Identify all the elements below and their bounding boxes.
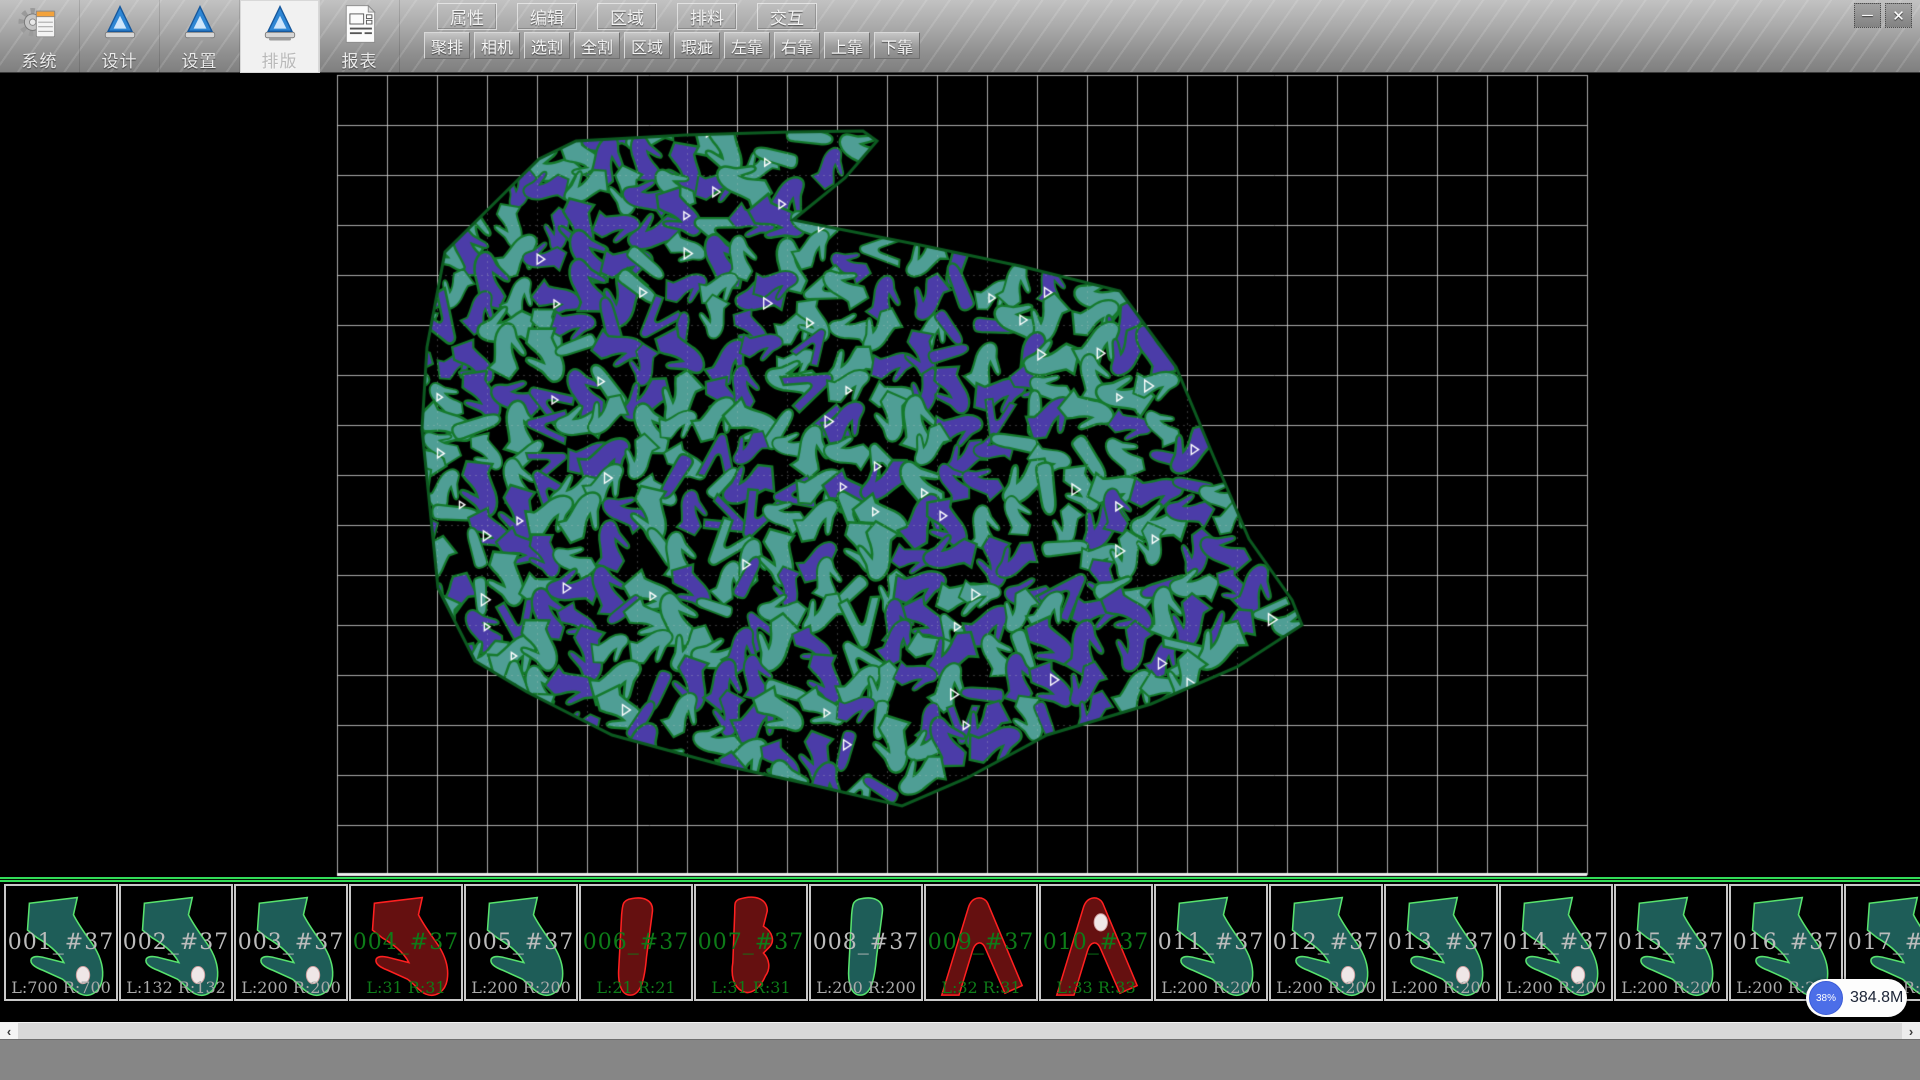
piece-name-label: 014_#37: [1501, 930, 1611, 955]
piece-name-label: 010_#37: [1041, 930, 1151, 955]
piece-thumbnail-001_#37[interactable]: 001_#37 L:700 R:700: [4, 884, 118, 1001]
main-toolbar-button-label: 排版: [262, 47, 298, 72]
tool-button-2[interactable]: 相机: [474, 32, 520, 59]
thumbnail-row: 001_#37 L:700 R:700 002_#37 L:132 R:132 …: [4, 884, 1920, 1001]
piece-lr-count-label: L:33 R:33: [1041, 978, 1151, 997]
ruler-icon: [258, 2, 302, 46]
tool-button-8[interactable]: 右靠: [774, 32, 820, 59]
main-toolbar-button-3[interactable]: 设置: [160, 0, 240, 73]
piece-lr-count-label: L:200 R:200: [236, 978, 346, 997]
piece-name-label: 003_#37: [236, 930, 346, 955]
tool-button-5[interactable]: 区域: [624, 32, 670, 59]
tool-button-9[interactable]: 上靠: [824, 32, 870, 59]
status-bar: [0, 1039, 1920, 1080]
nesting-workspace[interactable]: [0, 73, 1920, 877]
piece-thumbnail-010_#37[interactable]: 010_#37 L:33 R:33: [1039, 884, 1153, 1001]
piece-thumbnail-015_#37[interactable]: 015_#37 L:200 R:200: [1614, 884, 1728, 1001]
memory-value-label: 384.8M: [1850, 979, 1903, 1017]
piece-lr-count-label: L:31 R:31: [696, 978, 806, 997]
piece-lr-count-label: L:200 R:200: [811, 978, 921, 997]
piece-thumbnail-013_#37[interactable]: 013_#37 L:200 R:200: [1384, 884, 1498, 1001]
horizontal-scrollbar[interactable]: ‹ ›: [0, 1022, 1920, 1039]
menu-tab-4[interactable]: 排料: [677, 3, 737, 30]
piece-lr-count-label: L:200 R:200: [1501, 978, 1611, 997]
scroll-left-arrow-icon[interactable]: ‹: [0, 1023, 18, 1039]
piece-thumbnail-006_#37[interactable]: 006_#37 L:21 R:21: [579, 884, 693, 1001]
piece-name-label: 012_#37: [1271, 930, 1381, 955]
piece-thumbnail-008_#37[interactable]: 008_#37 L:200 R:200: [809, 884, 923, 1001]
main-toolbar-button-label: 设置: [182, 47, 218, 72]
piece-lr-count-label: L:132 R:132: [121, 978, 231, 997]
titlebar: 系统设计设置排版报表 属性编辑区域排料交互 聚排相机选割全割区域瑕疵左靠右靠上靠…: [0, 0, 1920, 73]
piece-thumbnail-005_#37[interactable]: 005_#37 L:200 R:200: [464, 884, 578, 1001]
piece-name-label: 001_#37: [6, 930, 116, 955]
tool-button-10[interactable]: 下靠: [874, 32, 920, 59]
piece-lr-count-label: L:200 R:200: [1616, 978, 1726, 997]
piece-name-label: 011_#37: [1156, 930, 1266, 955]
piece-lr-count-label: L:21 R:21: [581, 978, 691, 997]
piece-thumbnail-007_#37[interactable]: 007_#37 L:31 R:31: [694, 884, 808, 1001]
tool-button-6[interactable]: 瑕疵: [674, 32, 720, 59]
piece-name-label: 002_#37: [121, 930, 231, 955]
piece-name-label: 007_#37: [696, 930, 806, 955]
tool-button-1[interactable]: 聚排: [424, 32, 470, 59]
minimize-button[interactable]: ─: [1854, 3, 1881, 28]
nesting-canvas[interactable]: [0, 73, 1920, 877]
memory-usage-widget[interactable]: 38% 384.8M: [1806, 979, 1907, 1017]
ruler-icon: [98, 2, 142, 46]
piece-name-label: 017_#37: [1846, 930, 1920, 955]
close-button[interactable]: ✕: [1885, 3, 1912, 28]
main-toolbar-button-5[interactable]: 报表: [320, 0, 400, 73]
piece-lr-count-label: L:200 R:200: [1156, 978, 1266, 997]
window-controls: ─ ✕: [1854, 3, 1912, 28]
tool-button-bar: 聚排相机选割全割区域瑕疵左靠右靠上靠下靠: [424, 32, 920, 59]
piece-name-label: 009_#37: [926, 930, 1036, 955]
piece-thumbnail-002_#37[interactable]: 002_#37 L:132 R:132: [119, 884, 233, 1001]
piece-name-label: 006_#37: [581, 930, 691, 955]
piece-lr-count-label: L:200 R:200: [1271, 978, 1381, 997]
piece-name-label: 013_#37: [1386, 930, 1496, 955]
report-icon: [338, 2, 382, 46]
piece-name-label: 008_#37: [811, 930, 921, 955]
menu-tab-5[interactable]: 交互: [757, 3, 817, 30]
main-toolbar-button-1[interactable]: 系统: [0, 0, 80, 73]
main-toolbar-button-2[interactable]: 设计: [80, 0, 160, 73]
main-toolbar-button-4[interactable]: 排版: [240, 0, 320, 73]
piece-name-label: 004_#37: [351, 930, 461, 955]
system-gear-icon: [18, 2, 62, 46]
tool-button-7[interactable]: 左靠: [724, 32, 770, 59]
main-toolbar-button-label: 系统: [22, 47, 58, 72]
piece-thumbnail-012_#37[interactable]: 012_#37 L:200 R:200: [1269, 884, 1383, 1001]
piece-lr-count-label: L:200 R:200: [466, 978, 576, 997]
piece-name-label: 005_#37: [466, 930, 576, 955]
piece-thumbnail-004_#37[interactable]: 004_#37 L:31 R:31: [349, 884, 463, 1001]
piece-lr-count-label: L:31 R:31: [351, 978, 461, 997]
piece-thumbnail-011_#37[interactable]: 011_#37 L:200 R:200: [1154, 884, 1268, 1001]
main-toolbar: 系统 设计 设置 排版 报表: [0, 0, 400, 73]
piece-lr-count-label: L:32 R:31: [926, 978, 1036, 997]
menu-tab-2[interactable]: 编辑: [517, 3, 577, 30]
piece-thumbnail-003_#37[interactable]: 003_#37 L:200 R:200: [234, 884, 348, 1001]
main-toolbar-button-label: 设计: [102, 47, 138, 72]
scroll-right-arrow-icon[interactable]: ›: [1902, 1023, 1920, 1039]
tool-button-3[interactable]: 选割: [524, 32, 570, 59]
piece-name-label: 016_#37: [1731, 930, 1841, 955]
piece-lr-count-label: L:200 R:200: [1386, 978, 1496, 997]
piece-thumbnail-009_#37[interactable]: 009_#37 L:32 R:31: [924, 884, 1038, 1001]
menu-tab-bar: 属性编辑区域排料交互: [437, 3, 817, 30]
piece-thumbnail-strip: 001_#37 L:700 R:700 002_#37 L:132 R:132 …: [0, 882, 1920, 1002]
menu-tab-1[interactable]: 属性: [437, 3, 497, 30]
application-window: 系统设计设置排版报表 属性编辑区域排料交互 聚排相机选割全割区域瑕疵左靠右靠上靠…: [0, 0, 1920, 1080]
memory-percent-badge: 38%: [1809, 981, 1843, 1015]
piece-thumbnail-014_#37[interactable]: 014_#37 L:200 R:200: [1499, 884, 1613, 1001]
tool-button-4[interactable]: 全割: [574, 32, 620, 59]
piece-name-label: 015_#37: [1616, 930, 1726, 955]
ruler-icon: [178, 2, 222, 46]
menu-tab-3[interactable]: 区域: [597, 3, 657, 30]
main-toolbar-button-label: 报表: [342, 47, 378, 72]
piece-lr-count-label: L:700 R:700: [6, 978, 116, 997]
